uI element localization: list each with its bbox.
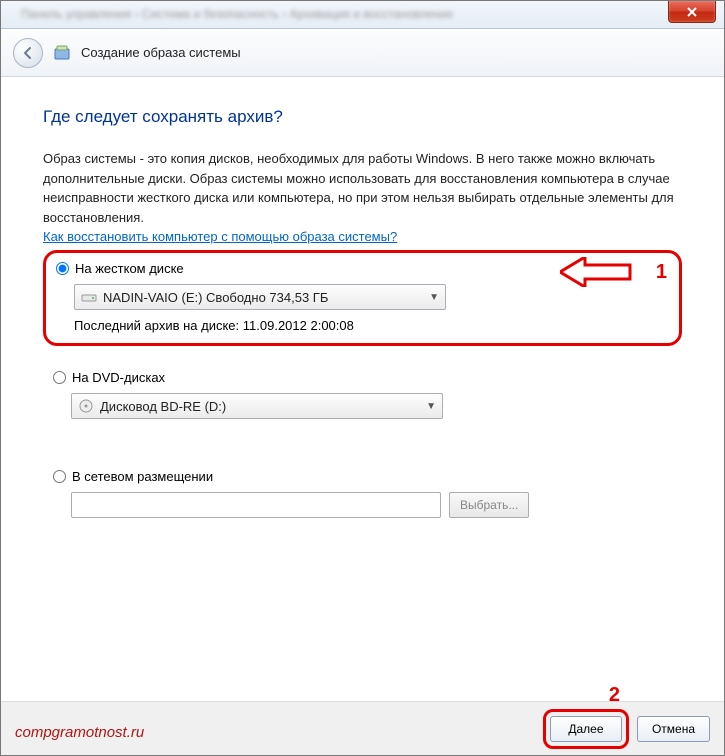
cancel-button[interactable]: Отмена xyxy=(637,716,710,742)
page-question: Где следует сохранять архив? xyxy=(43,107,682,127)
dvd-combo-text: Дисковод BD-RE (D:) xyxy=(100,399,426,414)
option-harddisk-group: На жестком диске NADIN-VAIO (E:) Свободн… xyxy=(43,250,682,346)
close-icon xyxy=(686,6,698,18)
option-dvd-group: На DVD-дисках Дисковод BD-RE (D:) ▼ xyxy=(43,370,682,419)
radio-dvd[interactable] xyxy=(53,371,66,384)
chevron-down-icon: ▼ xyxy=(429,292,439,303)
breadcrumb: Панель управления › Система и безопаснос… xyxy=(21,7,453,21)
close-button[interactable] xyxy=(668,1,716,23)
header: Создание образа системы xyxy=(1,29,724,77)
app-icon xyxy=(53,43,73,63)
next-button[interactable]: Далее xyxy=(550,716,622,742)
back-arrow-icon xyxy=(21,46,35,60)
titlebar: Панель управления › Система и безопаснос… xyxy=(1,1,724,29)
option-network-group: В сетевом размещении Выбрать... xyxy=(43,469,682,518)
network-path-input[interactable] xyxy=(71,492,441,518)
annotation-arrow-1: 1 xyxy=(560,257,667,287)
dvd-combo[interactable]: Дисковод BD-RE (D:) ▼ xyxy=(71,393,443,419)
annotation-number-1: 1 xyxy=(656,261,667,284)
drive-icon xyxy=(81,289,97,305)
description-text: Образ системы - это копия дисков, необхо… xyxy=(43,149,682,227)
chevron-down-icon: ▼ xyxy=(426,401,436,412)
radio-harddisk-label: На жестком диске xyxy=(75,261,184,276)
wizard-window: Панель управления › Система и безопаснос… xyxy=(0,0,725,756)
radio-network[interactable] xyxy=(53,470,66,483)
optical-drive-icon xyxy=(78,398,94,414)
radio-dvd-label: На DVD-дисках xyxy=(72,370,165,385)
radio-harddisk[interactable] xyxy=(56,262,69,275)
harddisk-combo-text: NADIN-VAIO (E:) Свободно 734,53 ГБ xyxy=(103,290,429,305)
watermark: compgramotnost.ru xyxy=(15,724,144,741)
harddisk-combo[interactable]: NADIN-VAIO (E:) Свободно 734,53 ГБ ▼ xyxy=(74,284,446,310)
annotation-next-highlight: Далее xyxy=(543,709,629,749)
header-title: Создание образа системы xyxy=(81,45,241,60)
browse-button[interactable]: Выбрать... xyxy=(449,492,529,518)
help-link[interactable]: Как восстановить компьютер с помощью обр… xyxy=(43,229,397,244)
back-button[interactable] xyxy=(13,38,43,68)
content-area: Где следует сохранять архив? Образ систе… xyxy=(1,77,724,697)
last-backup-info: Последний архив на диске: 11.09.2012 2:0… xyxy=(74,318,669,333)
radio-network-label: В сетевом размещении xyxy=(72,469,213,484)
